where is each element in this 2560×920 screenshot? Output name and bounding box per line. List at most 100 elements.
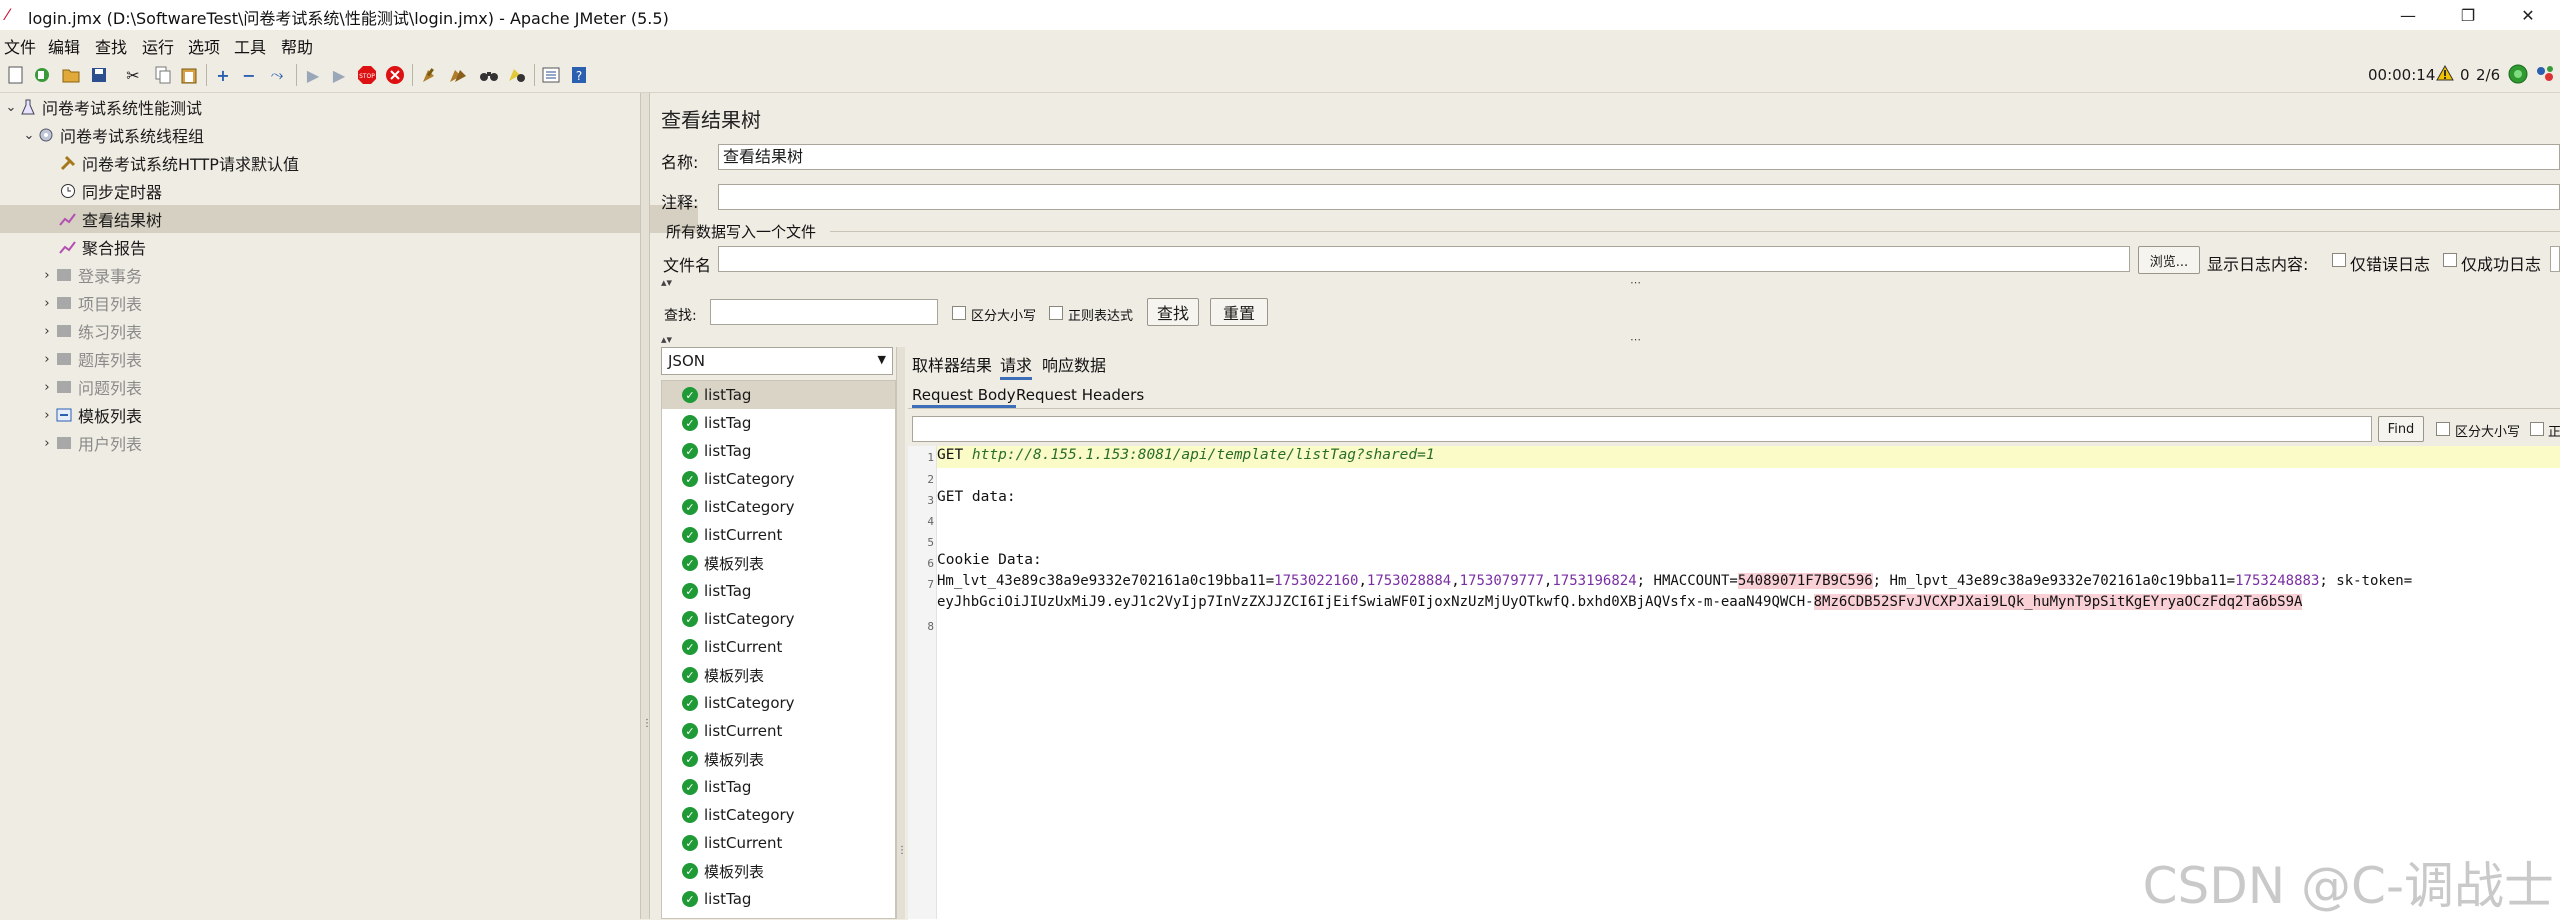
menu-options[interactable]: 选项 (188, 34, 220, 58)
search-binoculars-icon[interactable] (478, 64, 500, 86)
expand-chevron-icon[interactable]: › (40, 296, 54, 311)
collapse-arrows-icon[interactable]: ▴▾ (661, 333, 672, 346)
minimize-button[interactable]: — (2378, 0, 2438, 30)
result-item[interactable]: ✓ listCurrent (662, 829, 895, 857)
menu-search[interactable]: 查找 (95, 34, 127, 58)
tree-panel-splitter[interactable]: ⋮ (640, 93, 652, 919)
subtab-request-body[interactable]: Request Body (912, 386, 1016, 408)
tree-node-user-list[interactable]: › 用户列表 (0, 429, 680, 457)
result-item[interactable]: ✓ listTag (662, 773, 895, 801)
menu-run[interactable]: 运行 (142, 34, 174, 58)
find-button[interactable]: 查找 (1147, 298, 1199, 326)
clear-icon[interactable] (418, 64, 440, 86)
tab-response-data[interactable]: 响应数据 (1042, 352, 1106, 376)
menu-edit[interactable]: 编辑 (48, 34, 80, 58)
tree-node-view-results-tree[interactable]: 查看结果树 (0, 205, 698, 233)
reset-search-icon[interactable] (506, 64, 528, 86)
result-item[interactable]: ✓ listCategory (662, 465, 895, 493)
clear-all-icon[interactable] (446, 64, 468, 86)
errors-only-checkbox[interactable] (2332, 253, 2346, 267)
expand-chevron-icon[interactable]: › (40, 408, 54, 423)
save-icon[interactable] (88, 64, 110, 86)
result-item[interactable]: ✓ 模板列表 (662, 549, 895, 577)
filename-input[interactable] (718, 246, 2130, 272)
result-item[interactable]: ✓ listTag (662, 437, 895, 465)
result-item[interactable]: ✓ 模板列表 (662, 857, 895, 885)
configure-button[interactable] (2550, 246, 2560, 272)
result-item[interactable]: ✓ listCategory (662, 605, 895, 633)
tree-node-project-list[interactable]: › 项目列表 (0, 289, 680, 317)
tree-node-aggregate-report[interactable]: 聚合报告 (0, 233, 698, 261)
menu-file[interactable]: 文件 (4, 34, 36, 58)
comment-input[interactable] (718, 184, 2560, 210)
success-only-checkbox[interactable] (2443, 253, 2457, 267)
tree-node-http-defaults[interactable]: 问卷考试系统HTTP请求默认值 (0, 149, 698, 177)
result-item[interactable]: ✓ listTag (662, 409, 895, 437)
tab-sampler-result[interactable]: 取样器结果 (912, 352, 992, 376)
result-item[interactable]: ✓ listCurrent (662, 633, 895, 661)
result-item[interactable]: ✓ listTag (662, 885, 895, 913)
maximize-button[interactable]: ❐ (2438, 0, 2498, 30)
result-item[interactable]: ✓ listTag (662, 577, 895, 605)
result-item[interactable]: ✓ 模板列表 (662, 745, 895, 773)
result-item[interactable]: ✓ listCategory (662, 801, 895, 829)
start-no-pause-icon[interactable]: ▶ (328, 64, 350, 86)
help-icon[interactable]: ? (568, 64, 590, 86)
collapse-all-icon[interactable]: − (238, 64, 260, 86)
paste-icon[interactable] (178, 64, 200, 86)
function-helper-icon[interactable] (540, 64, 562, 86)
tree-node-practice-list[interactable]: › 练习列表 (0, 317, 680, 345)
templates-icon[interactable] (31, 64, 53, 86)
toggle-icon[interactable]: ⤳ (266, 64, 288, 86)
case-sensitive-checkbox[interactable] (952, 306, 966, 320)
regex-checkbox[interactable] (1049, 306, 1063, 320)
divider-grip-icon[interactable]: ⋯ (1630, 333, 1641, 346)
result-item[interactable]: ✓ listCurrent (662, 717, 895, 745)
result-item[interactable]: ✓ listCurrent (662, 521, 895, 549)
expand-chevron-icon[interactable]: › (40, 352, 54, 367)
results-splitter[interactable]: ⋮ (896, 347, 907, 919)
editor-search-input[interactable] (912, 416, 2372, 442)
expand-all-icon[interactable]: + (212, 64, 234, 86)
reset-button[interactable]: 重置 (1210, 298, 1268, 326)
tab-request[interactable]: 请求 (1000, 352, 1033, 380)
close-button[interactable]: ✕ (2498, 0, 2558, 30)
tree-node-thread-group[interactable]: ⌄ 问卷考试系统线程组 (0, 121, 662, 149)
name-input[interactable]: 查看结果树 (718, 144, 2560, 170)
editor-regex-checkbox[interactable] (2530, 422, 2544, 436)
result-item[interactable]: ✓ 模板列表 (662, 661, 895, 689)
subtab-request-headers[interactable]: Request Headers (1016, 386, 1144, 404)
editor-case-checkbox[interactable] (2436, 422, 2450, 436)
new-icon[interactable] (5, 64, 27, 86)
result-item[interactable]: ✓ listTag (662, 381, 895, 409)
menu-tools[interactable]: 工具 (234, 34, 266, 58)
divider-grip-icon[interactable]: ⋯ (1630, 276, 1641, 289)
tree-node-login-transaction[interactable]: › 登录事务 (0, 261, 680, 289)
cut-icon[interactable]: ✂ (122, 64, 144, 86)
warning-icon[interactable] (2436, 64, 2454, 85)
remote-engines-icon[interactable] (2534, 64, 2556, 88)
tree-node-question-list[interactable]: › 问题列表 (0, 373, 680, 401)
tree-node-test-plan[interactable]: ⌄ 问卷考试系统性能测试 (0, 93, 644, 121)
copy-icon[interactable] (152, 64, 174, 86)
collapse-chevron-icon[interactable]: ⌄ (22, 128, 36, 143)
collapse-arrows-icon[interactable]: ▴▾ (661, 276, 672, 289)
expand-chevron-icon[interactable]: › (40, 324, 54, 339)
result-item[interactable]: ✓ listCategory (662, 689, 895, 717)
tree-node-sync-timer[interactable]: 同步定时器 (0, 177, 698, 205)
browse-button[interactable]: 浏览... (2138, 246, 2200, 274)
stop-icon[interactable]: STOP (356, 64, 378, 86)
result-item[interactable]: ✓ listCategory (662, 493, 895, 521)
expand-chevron-icon[interactable]: › (40, 436, 54, 451)
menu-help[interactable]: 帮助 (281, 34, 313, 58)
open-icon[interactable] (60, 64, 82, 86)
start-icon[interactable]: ▶ (302, 64, 324, 86)
collapse-chevron-icon[interactable]: ⌄ (4, 100, 18, 115)
search-input[interactable] (710, 299, 938, 325)
tree-node-question-bank-list[interactable]: › 题库列表 (0, 345, 680, 373)
renderer-select[interactable]: JSON ▼ (661, 347, 893, 375)
expand-chevron-icon[interactable]: › (40, 268, 54, 283)
tree-node-template-list[interactable]: › 模板列表 (0, 401, 680, 429)
editor-find-button[interactable]: Find (2378, 416, 2424, 442)
expand-chevron-icon[interactable]: › (40, 380, 54, 395)
